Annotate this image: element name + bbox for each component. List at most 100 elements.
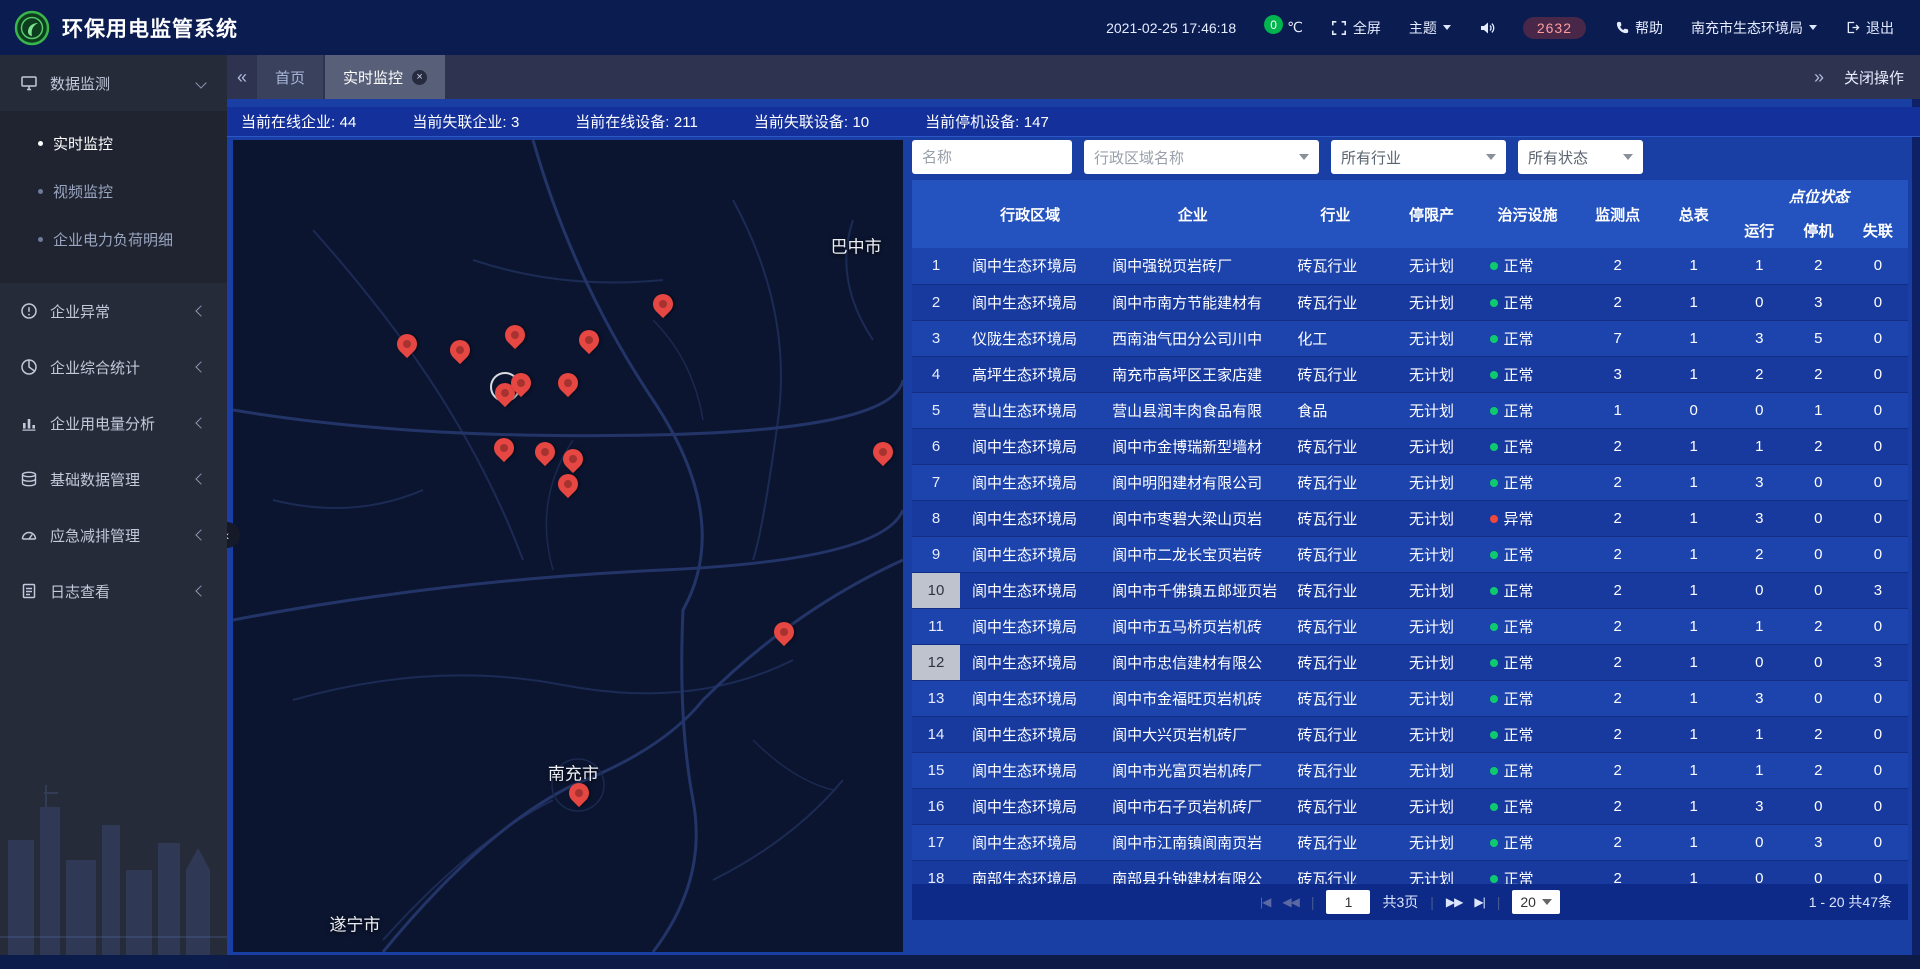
row-lost: 0 [1848,248,1908,284]
table-row[interactable]: 11阆中生态环境局阆中市五马桥页岩机砖砖瓦行业无计划正常21120 [912,608,1908,644]
row-industry: 砖瓦行业 [1285,752,1385,788]
map-city-label: 南充市 [548,759,599,784]
brand: 环保用电监管系统 [0,10,238,46]
announcement-speaker[interactable] [1479,20,1495,36]
name-filter-input[interactable] [912,140,1072,174]
row-region: 阆中生态环境局 [960,680,1100,716]
next-page-button[interactable]: ▶▶ [1446,895,1462,909]
page-number-input[interactable] [1326,890,1370,914]
record-range-label: 1 - 20 共47条 [1809,892,1892,912]
bullet-icon [38,141,43,146]
sidebar-item-base-data[interactable]: 基础数据管理 [0,451,227,507]
table-row[interactable]: 13阆中生态环境局阆中市金福旺页岩机砖砖瓦行业无计划正常21300 [912,680,1908,716]
sidebar-item-log-view[interactable]: 日志查看 [0,563,227,619]
bullet-icon [38,189,43,194]
table-row[interactable]: 1阆中生态环境局阆中强锐页岩砖厂砖瓦行业无计划正常21120 [912,248,1908,284]
close-tab-icon[interactable]: × [412,70,427,85]
table-row[interactable]: 5营山生态环境局营山县润丰肉食品有限食品无计划正常10010 [912,392,1908,428]
status-filter-select[interactable]: 所有状态 [1518,140,1643,174]
table-row[interactable]: 16阆中生态环境局阆中市石子页岩机砖厂砖瓦行业无计划正常21300 [912,788,1908,824]
row-lost: 0 [1848,284,1908,320]
row-total-meters: 1 [1658,680,1730,716]
row-region: 阆中生态环境局 [960,536,1100,572]
row-stopped: 0 [1789,644,1848,680]
region-filter-select[interactable]: 行政区域名称 [1084,140,1319,174]
row-facility-status: 正常 [1478,860,1578,884]
sidebar-item-power-load-detail[interactable]: 企业电力负荷明细 [0,215,227,263]
sidebar-item-emergency-reduction[interactable]: 应急减排管理 [0,507,227,563]
table-row[interactable]: 15阆中生态环境局阆中市光富页岩机砖厂砖瓦行业无计划正常21120 [912,752,1908,788]
prev-page-button[interactable]: ◀◀ [1282,895,1298,909]
sidebar-item-company-abnormal[interactable]: 企业异常 [0,283,227,339]
sidebar-item-realtime-monitor[interactable]: 实时监控 [0,119,227,167]
row-limit-production: 无计划 [1385,716,1477,752]
table-row[interactable]: 8阆中生态环境局阆中市枣碧大梁山页岩砖瓦行业无计划异常21300 [912,500,1908,536]
row-total-meters: 1 [1658,788,1730,824]
datetime: 2021-02-25 17:46:18 [1106,20,1236,36]
first-page-button[interactable]: |◀ [1260,895,1270,909]
row-stopped: 5 [1789,320,1848,356]
table-row[interactable]: 12阆中生态环境局阆中市忠信建材有限公砖瓦行业无计划正常21003 [912,644,1908,680]
row-limit-production: 无计划 [1385,428,1477,464]
row-total-meters: 1 [1658,860,1730,884]
table-row[interactable]: 4高坪生态环境局南充市高坪区王家店建砖瓦行业无计划正常31220 [912,356,1908,392]
sidebar-item-company-statistics[interactable]: 企业综合统计 [0,339,227,395]
sidebar-item-power-analysis[interactable]: 企业用电量分析 [0,395,227,451]
status-dot-icon [1490,443,1498,451]
theme-menu[interactable]: 主题 [1409,18,1451,38]
status-dot-icon [1490,335,1498,343]
row-lost: 0 [1848,500,1908,536]
col-index [912,180,960,248]
status-dot-icon [1490,659,1498,667]
tab-realtime-monitor[interactable]: 实时监控 × [325,55,445,99]
table-row[interactable]: 2阆中生态环境局阆中市南方节能建材有砖瓦行业无计划正常21030 [912,284,1908,320]
notice-count-badge[interactable]: 2632 [1523,17,1586,39]
industry-filter-select[interactable]: 所有行业 [1331,140,1506,174]
temperature-badge: 0 [1264,15,1283,34]
table-row[interactable]: 18南部生态环境局南部县升钟建材有限公砖瓦行业无计划正常21000 [912,860,1908,884]
col-meters: 总表 [1658,180,1730,248]
scroll-tabs-left-icon[interactable]: « [227,67,257,88]
row-industry: 砖瓦行业 [1285,356,1385,392]
row-company: 阆中市千佛镇五郎垭页岩 [1100,572,1285,608]
pie-chart-icon [20,358,38,376]
tab-home[interactable]: 首页 [257,55,323,99]
close-operations-button[interactable]: 关闭操作 [1844,67,1904,88]
row-monitor-points: 2 [1578,572,1658,608]
organization-menu[interactable]: 南充市生态环境局 [1691,18,1817,38]
row-index: 4 [912,356,960,392]
chevron-left-icon [195,305,206,316]
chevron-left-icon [195,529,206,540]
row-running: 0 [1730,284,1789,320]
table-row[interactable]: 9阆中生态环境局阆中市二龙长宝页岩砖砖瓦行业无计划正常21200 [912,536,1908,572]
table-row[interactable]: 7阆中生态环境局阆中明阳建材有限公司砖瓦行业无计划正常21300 [912,464,1908,500]
col-region: 行政区域 [960,180,1100,248]
fullscreen-icon [1331,20,1347,36]
map-panel[interactable]: 巴中市南充市遂宁市 [233,140,903,952]
row-limit-production: 无计划 [1385,464,1477,500]
table-row[interactable]: 14阆中生态环境局阆中大兴页岩机砖厂砖瓦行业无计划正常21120 [912,716,1908,752]
table-row[interactable]: 6阆中生态环境局阆中市金博瑞新型墙材砖瓦行业无计划正常21120 [912,428,1908,464]
logout-button[interactable]: 退出 [1845,18,1894,38]
row-industry: 砖瓦行业 [1285,500,1385,536]
row-monitor-points: 2 [1578,248,1658,284]
scrollbar-track[interactable] [1912,99,1920,955]
row-facility-status: 正常 [1478,464,1578,500]
table-row[interactable]: 10阆中生态环境局阆中市千佛镇五郎垭页岩砖瓦行业无计划正常21003 [912,572,1908,608]
row-running: 1 [1730,752,1789,788]
last-page-button[interactable]: ▶| [1474,895,1484,909]
fullscreen-button[interactable]: 全屏 [1331,18,1381,38]
table-row[interactable]: 3仪陇生态环境局西南油气田分公司川中化工无计划正常71350 [912,320,1908,356]
page-size-select[interactable]: 20 [1512,890,1560,914]
scroll-tabs-right-icon[interactable]: » [1804,67,1834,88]
sidebar-item-data-monitor[interactable]: 数据监测 [0,55,227,111]
table-row[interactable]: 17阆中生态环境局阆中市江南镇阆南页岩砖瓦行业无计划正常21030 [912,824,1908,860]
row-total-meters: 0 [1658,392,1730,428]
row-company: 阆中市石子页岩机砖厂 [1100,788,1285,824]
gauge-icon [20,526,38,544]
row-stopped: 0 [1789,500,1848,536]
row-stopped: 2 [1789,356,1848,392]
help-button[interactable]: 帮助 [1614,18,1663,38]
row-facility-status: 正常 [1478,428,1578,464]
sidebar-item-video-monitor[interactable]: 视频监控 [0,167,227,215]
